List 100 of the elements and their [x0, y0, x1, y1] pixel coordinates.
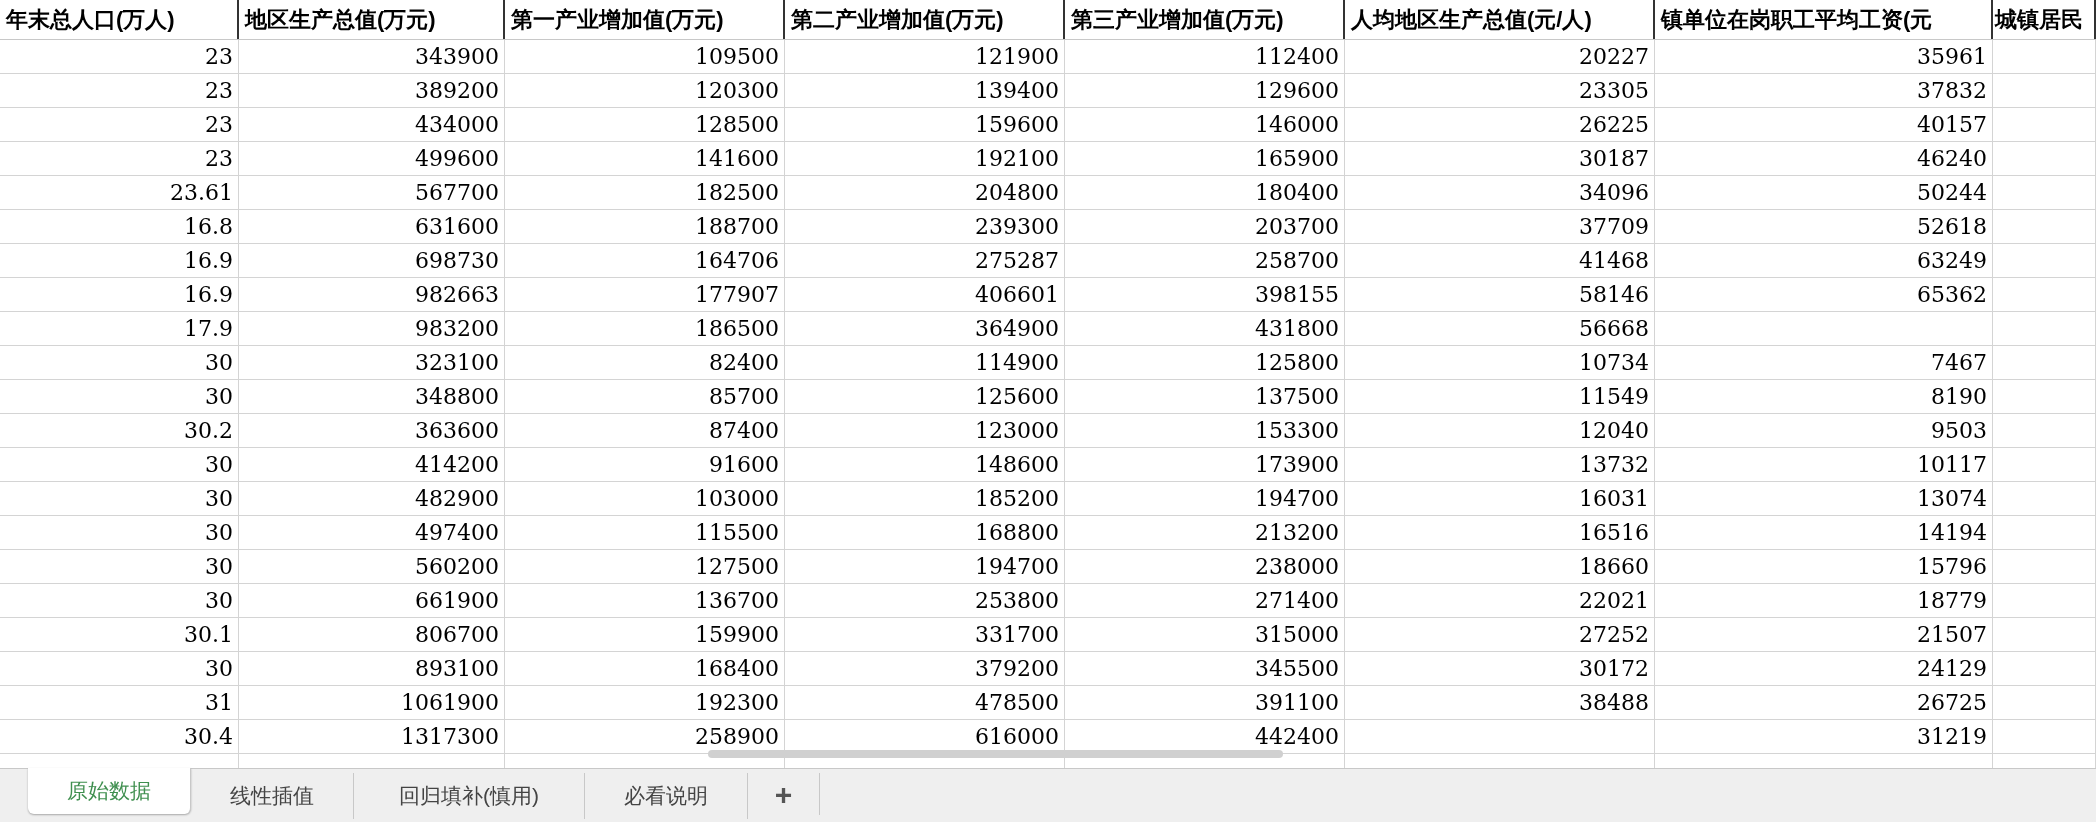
table-cell: 109500	[505, 40, 785, 73]
table-cell: 125800	[1065, 346, 1345, 379]
table-cell: 182500	[505, 176, 785, 209]
table-cell: 31219	[1655, 720, 1993, 753]
table-cell: 203700	[1065, 210, 1345, 243]
table-cell: 192300	[505, 686, 785, 719]
table-cell: 168800	[785, 516, 1065, 549]
sheet-tab[interactable]: 原始数据	[28, 768, 191, 814]
table-cell: 31	[0, 686, 239, 719]
table-cell: 348800	[239, 380, 505, 413]
table-cell: 35961	[1655, 40, 1993, 73]
table-cell: 10734	[1345, 346, 1655, 379]
table-cell: 631600	[239, 210, 505, 243]
sheet-tab[interactable]: 回归填补(慎用)	[354, 773, 585, 819]
table-cell: 192100	[785, 142, 1065, 175]
table-cell: 146000	[1065, 108, 1345, 141]
table-cell: 23.61	[0, 176, 239, 209]
table-cell: 331700	[785, 618, 1065, 651]
table-cell: 56668	[1345, 312, 1655, 345]
table-cell: 379200	[785, 652, 1065, 685]
table-cell: 50244	[1655, 176, 1993, 209]
table-cell: 7467	[1655, 346, 1993, 379]
table-cell: 129600	[1065, 74, 1345, 107]
column-header: 镇单位在岗职工平均工资(元	[1655, 0, 1993, 39]
table-cell: 30	[0, 584, 239, 617]
table-cell: 26225	[1345, 108, 1655, 141]
table-cell: 18660	[1345, 550, 1655, 583]
table-cell: 185200	[785, 482, 1065, 515]
table-cell: 37709	[1345, 210, 1655, 243]
table-cell: 26725	[1655, 686, 1993, 719]
table-cell: 391100	[1065, 686, 1345, 719]
table-cell: 40157	[1655, 108, 1993, 141]
table-cell: 983200	[239, 312, 505, 345]
table-cell: 13732	[1345, 448, 1655, 481]
table-cell: 112400	[1065, 40, 1345, 73]
table-cell: 103000	[505, 482, 785, 515]
column-header: 城镇居民	[1993, 0, 2096, 39]
table-cell: 806700	[239, 618, 505, 651]
column-header: 年末总人口(万人)	[0, 0, 239, 39]
table-cell: 315000	[1065, 618, 1345, 651]
table-cell: 30	[0, 550, 239, 583]
table-cell: 13074	[1655, 482, 1993, 515]
table-cell: 275287	[785, 244, 1065, 277]
table-cell: 58146	[1345, 278, 1655, 311]
table-cell: 213200	[1065, 516, 1345, 549]
horizontal-scrollbar[interactable]	[708, 750, 1283, 758]
table-cell: 661900	[239, 584, 505, 617]
table-cell: 34096	[1345, 176, 1655, 209]
table-cell: 414200	[239, 448, 505, 481]
table-cell: 14194	[1655, 516, 1993, 549]
table-cell: 123000	[785, 414, 1065, 447]
table-cell: 186500	[505, 312, 785, 345]
column-header: 第三产业增加值(万元)	[1065, 0, 1345, 39]
table-cell: 52618	[1655, 210, 1993, 243]
table-cell: 127500	[505, 550, 785, 583]
table-cell: 239300	[785, 210, 1065, 243]
table-cell: 121900	[785, 40, 1065, 73]
table-cell: 46240	[1655, 142, 1993, 175]
sheet-tab[interactable]: 线性插值	[191, 773, 354, 819]
table-cell: 164706	[505, 244, 785, 277]
table-cell: 30	[0, 482, 239, 515]
table-cell: 499600	[239, 142, 505, 175]
table-cell: 37832	[1655, 74, 1993, 107]
table-cell: 20227	[1345, 40, 1655, 73]
add-sheet-button[interactable]: +	[748, 773, 820, 815]
table-cell: 114900	[785, 346, 1065, 379]
table-cell: 30187	[1345, 142, 1655, 175]
table-cell: 17.9	[0, 312, 239, 345]
table-cell: 139400	[785, 74, 1065, 107]
table-cell: 137500	[1065, 380, 1345, 413]
table-cell: 30	[0, 652, 239, 685]
table-cell: 115500	[505, 516, 785, 549]
table-cell: 698730	[239, 244, 505, 277]
table-cell: 9503	[1655, 414, 1993, 447]
table-cell: 159600	[785, 108, 1065, 141]
table-cell: 238000	[1065, 550, 1345, 583]
sheet-tab[interactable]: 必看说明	[585, 773, 748, 819]
table-cell: 188700	[505, 210, 785, 243]
table-cell: 258700	[1065, 244, 1345, 277]
table-cell: 30.2	[0, 414, 239, 447]
column-header: 第一产业增加值(万元)	[505, 0, 785, 39]
table-cell: 343900	[239, 40, 505, 73]
table-cell: 406601	[785, 278, 1065, 311]
table-cell: 91600	[505, 448, 785, 481]
table-cell: 345500	[1065, 652, 1345, 685]
table-cell: 159900	[505, 618, 785, 651]
table-cell: 148600	[785, 448, 1065, 481]
table-cell: 982663	[239, 278, 505, 311]
table-cell: 24129	[1655, 652, 1993, 685]
table-cell: 389200	[239, 74, 505, 107]
table-cell: 16.9	[0, 244, 239, 277]
table-cell: 323100	[239, 346, 505, 379]
table-cell: 30.4	[0, 720, 239, 753]
table-cell: 27252	[1345, 618, 1655, 651]
table-cell: 11549	[1345, 380, 1655, 413]
table-cell: 194700	[1065, 482, 1345, 515]
table-cell: 30.1	[0, 618, 239, 651]
table-cell: 38488	[1345, 686, 1655, 719]
table-cell: 82400	[505, 346, 785, 379]
table-cell: 141600	[505, 142, 785, 175]
